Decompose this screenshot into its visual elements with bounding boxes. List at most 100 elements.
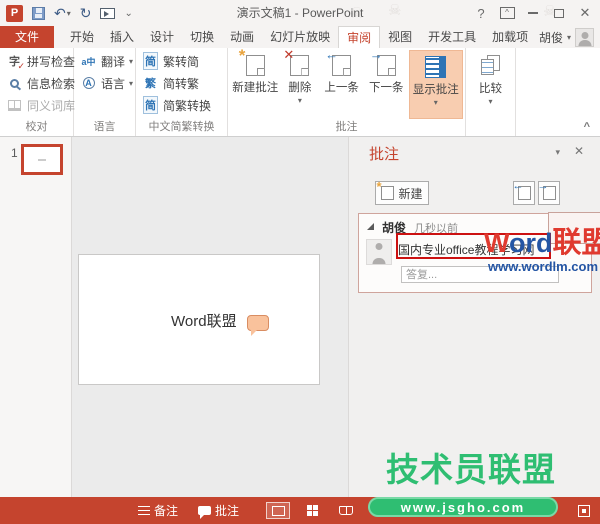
group-label-language: 语言 (93, 121, 116, 133)
thesaurus-icon (6, 98, 23, 113)
previous-comment-mini-icon: ← (513, 181, 531, 200)
skull-watermark-icon: ☠ (388, 2, 402, 19)
account-caret-icon: ▾ (566, 32, 571, 42)
previous-comment-button[interactable]: ← 上一条 (319, 48, 364, 119)
tab-file[interactable]: 文件 (0, 26, 55, 48)
tab-insert[interactable]: 插入 (102, 26, 142, 48)
compare-button[interactable]: 比较 ▾ (468, 50, 513, 119)
help-button[interactable]: ? (468, 2, 494, 24)
reading-view-icon (339, 506, 353, 515)
tab-design[interactable]: 设计 (142, 26, 182, 48)
pane-menu-caret-icon[interactable]: ▾ (555, 147, 560, 158)
next-comment-pane-button[interactable]: → (538, 181, 560, 205)
collapse-triangle-icon[interactable] (367, 223, 374, 230)
ribbon: 字 ✓ 拼写检查 信息检索 同义词库 校对 a中 翻译 ▾ A 语言 ▾ 语言 … (0, 47, 600, 137)
delete-caret-icon: ▾ (297, 96, 302, 105)
ribbon-tab-row: 文件 开始 插入 设计 切换 动画 幻灯片放映 审阅 视图 开发工具 加载项 胡… (0, 26, 600, 48)
maximize-button[interactable] (546, 2, 572, 24)
reading-view-button[interactable] (334, 502, 358, 519)
tab-home[interactable]: 开始 (62, 26, 102, 48)
comments-bubble-icon (198, 506, 211, 519)
language-button[interactable]: A 语言 ▾ (76, 72, 133, 94)
spell-check-button[interactable]: 字 ✓ 拼写检查 (2, 50, 75, 72)
normal-view-icon (271, 505, 285, 516)
powerpoint-logo-icon[interactable]: P (6, 4, 23, 22)
new-comment-button[interactable]: * 新建批注 (230, 47, 280, 119)
close-button[interactable]: ✕ (572, 2, 598, 24)
redo-icon[interactable]: ↻ (80, 6, 92, 20)
comment-text[interactable]: 国内专业office教程学习网 (398, 241, 534, 258)
comments-pane: 批注 ▾ ✕ * 新建 ← → 胡俊 几秒以前 国内专业office教程学习网 … (348, 137, 600, 497)
reply-input[interactable] (401, 266, 559, 283)
comment-timestamp: 几秒以前 (414, 223, 459, 235)
maximize-icon (554, 8, 564, 18)
tab-review[interactable]: 审阅 (338, 26, 381, 48)
wordlm-stamp-box (548, 212, 600, 244)
comments-toggle-button[interactable]: 批注 (198, 497, 239, 524)
research-button[interactable]: 信息检索 (2, 72, 75, 94)
fit-to-window-button[interactable] (572, 502, 596, 519)
save-icon[interactable] (32, 6, 45, 20)
workspace: 1 Word联盟 批注 ▾ ✕ * 新建 ← → 胡俊 几秒以前 国内专业off… (0, 137, 600, 497)
new-comment-pane-button[interactable]: * 新建 (375, 180, 429, 205)
slide-editing-area[interactable]: Word联盟 (73, 137, 348, 497)
slideshow-from-start-icon[interactable] (100, 7, 116, 19)
slide-text[interactable]: Word联盟 (171, 310, 237, 331)
collapse-ribbon-icon[interactable]: ^ (584, 121, 590, 133)
next-comment-button[interactable]: → 下一条 (364, 48, 409, 119)
previous-comment-pane-button[interactable]: ← (513, 181, 535, 205)
comment-balloon-icon[interactable] (247, 315, 269, 336)
translate-icon: a中 (81, 56, 96, 67)
undo-caret-icon[interactable]: ▾ (67, 9, 71, 18)
translate-button[interactable]: a中 翻译 ▾ (76, 50, 133, 72)
undo-icon: ↶ (54, 5, 66, 21)
ribbon-group-compare: 比较 ▾ (466, 48, 516, 136)
window-controls: ? ^ ✕ (468, 0, 598, 26)
show-comments-button[interactable]: 显示批注 ▾ (408, 50, 463, 119)
pane-close-icon[interactable]: ✕ (574, 144, 584, 158)
account-avatar[interactable] (575, 27, 594, 47)
tab-addins[interactable]: 加载项 (484, 26, 536, 48)
convert-simplified-traditional-button[interactable]: 简 简繁转换 (138, 94, 225, 116)
notes-icon (138, 506, 150, 515)
traditional-to-simplified-icon: 简 (142, 52, 159, 70)
minimize-button[interactable] (520, 2, 546, 24)
slide[interactable]: Word联盟 (78, 254, 320, 385)
slide-thumbnail[interactable] (21, 144, 63, 175)
ribbon-group-comments: * 新建批注 ✕ 删除 ▾ ← 上一条 → 下一条 显示批注 ▾ 批注 (228, 47, 466, 136)
tab-developer[interactable]: 开发工具 (420, 26, 484, 48)
slide-sorter-view-button[interactable] (300, 502, 324, 519)
group-label-chinese-conversion: 中文简繁转换 (148, 121, 215, 133)
tab-animations[interactable]: 动画 (222, 26, 262, 48)
notes-toggle-button[interactable]: 备注 (138, 497, 178, 524)
undo-button[interactable]: ↶ ▾ (54, 6, 71, 20)
simplified-to-traditional-button[interactable]: 繁 简转繁 (138, 72, 225, 94)
tab-view[interactable]: 视图 (380, 26, 420, 48)
traditional-to-simplified-button[interactable]: 简 繁转简 (138, 50, 225, 72)
new-comment-icon: * (239, 47, 265, 76)
thesaurus-button: 同义词库 (2, 94, 75, 116)
customize-qat-icon[interactable]: ⌄ (124, 8, 132, 19)
account-name: 胡俊 (538, 30, 563, 45)
slide-thumbnail-panel[interactable]: 1 (0, 137, 72, 497)
delete-comment-button[interactable]: ✕ 删除 ▾ (280, 48, 319, 119)
normal-view-button[interactable] (266, 502, 290, 519)
next-comment-icon: → (370, 48, 396, 76)
tab-slideshow[interactable]: 幻灯片放映 (262, 26, 338, 48)
translate-caret-icon: ▾ (129, 56, 134, 66)
ribbon-display-options-icon: ^ (499, 7, 515, 19)
simplified-to-traditional-icon: 繁 (145, 78, 156, 90)
ribbon-display-options-button[interactable]: ^ (494, 2, 520, 24)
slide-sorter-icon (306, 505, 318, 516)
quick-access-toolbar: P ↶ ▾ ↻ ⌄ (6, 3, 133, 23)
skull-watermark-icon: ☠ (350, 5, 364, 22)
language-caret-icon: ▾ (129, 78, 134, 88)
group-label-comments: 批注 (335, 121, 358, 133)
comments-pane-title: 批注 (369, 146, 400, 163)
language-globe-icon: A (80, 76, 97, 91)
spell-check-icon: 字 ✓ (9, 56, 25, 71)
account-area[interactable]: 胡俊 ▾ (539, 26, 594, 48)
new-comment-mini-icon: * (376, 180, 395, 200)
tab-transitions[interactable]: 切换 (182, 26, 222, 48)
show-comments-icon (425, 56, 447, 78)
